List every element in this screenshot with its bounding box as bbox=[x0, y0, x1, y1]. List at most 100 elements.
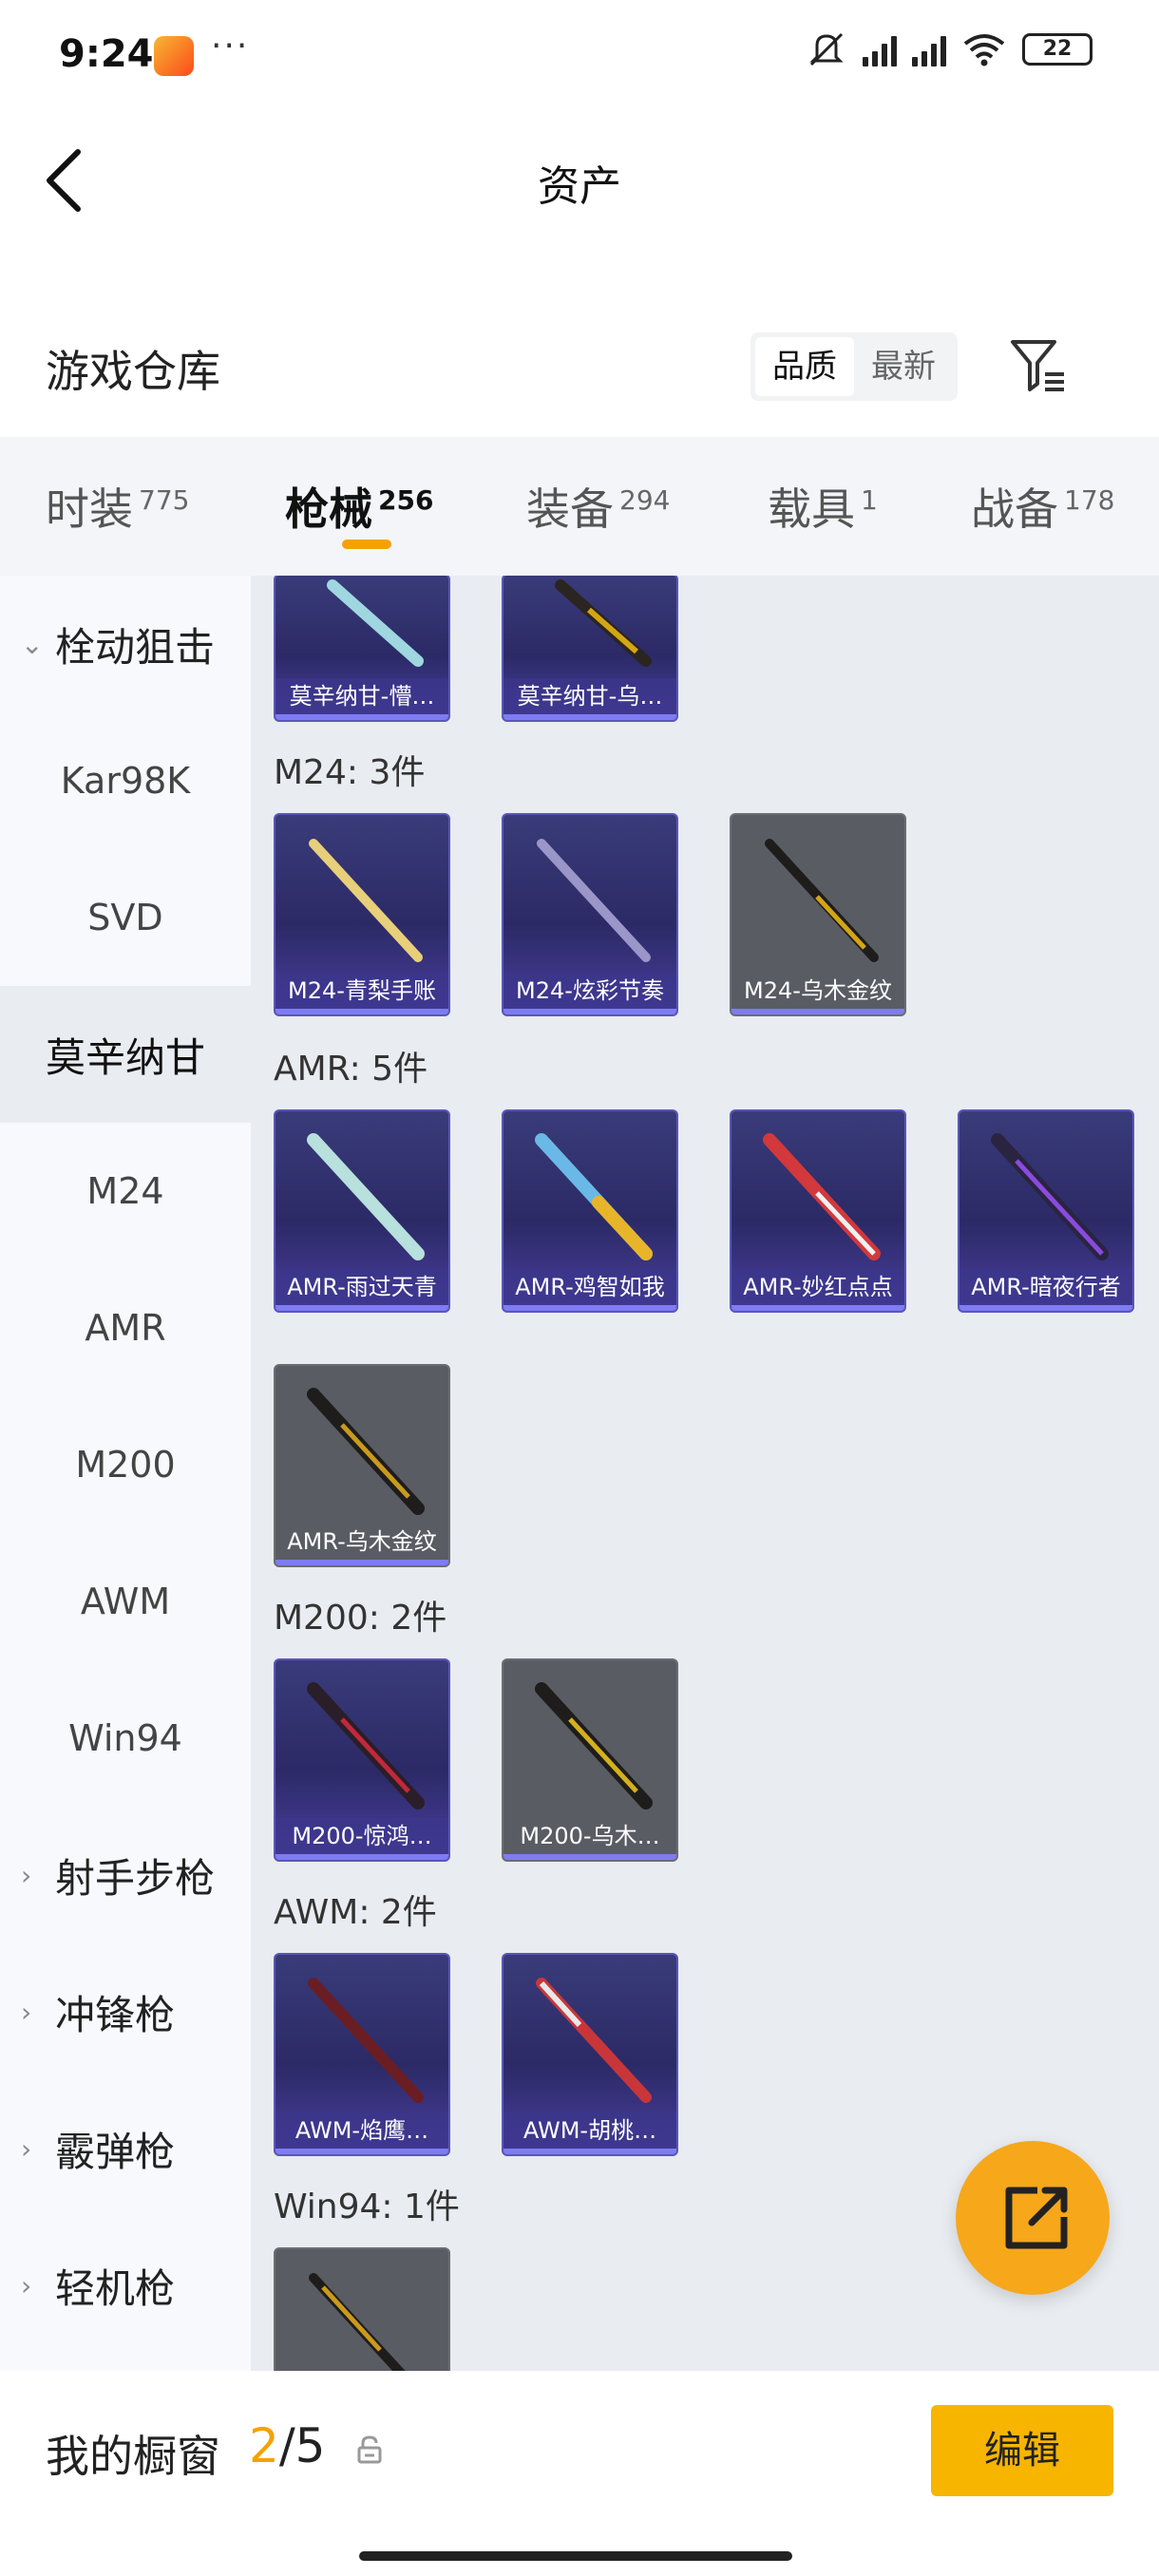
group-label-m24: M24: 3件 bbox=[274, 753, 426, 792]
sidebar-item-mosin[interactable]: 莫辛纳甘 bbox=[0, 986, 251, 1123]
group-label-m200: M200: 2件 bbox=[274, 1599, 447, 1638]
showcase-count: 2/5 bbox=[249, 2418, 326, 2473]
item-card[interactable]: AMR-暗夜行者 bbox=[958, 1109, 1134, 1313]
item-card[interactable]: 莫辛纳甘-乌… bbox=[502, 576, 678, 722]
chevron-right-icon: › bbox=[21, 2269, 32, 2301]
chevron-right-icon: › bbox=[21, 2132, 32, 2165]
status-icons: 22 bbox=[806, 28, 1092, 70]
item-card[interactable]: M200-乌木… bbox=[502, 1658, 678, 1862]
tab-fashion[interactable]: 时装 775 bbox=[46, 437, 189, 576]
home-indicator[interactable] bbox=[359, 2551, 792, 2561]
sort-toggle: 品质 最新 bbox=[750, 332, 958, 401]
rarity-bar bbox=[960, 1305, 1132, 1311]
filter-icon[interactable] bbox=[1007, 334, 1070, 397]
chevron-down-icon: ⌄ bbox=[21, 628, 44, 660]
item-card[interactable]: AWM-胡桃… bbox=[502, 1953, 678, 2156]
sidebar-group-bolt-action[interactable]: ⌄ 栓动狙击 bbox=[0, 576, 251, 712]
rarity-bar bbox=[504, 1854, 676, 1860]
sidebar-group-lmg[interactable]: › 轻机枪 bbox=[0, 2217, 251, 2354]
wifi-icon bbox=[963, 34, 1005, 66]
status-bar: 9:24 ··· 22 bbox=[0, 0, 1159, 114]
sidebar-item-m200[interactable]: M200 bbox=[0, 1396, 251, 1533]
rarity-bar bbox=[504, 2149, 676, 2154]
rarity-bar bbox=[276, 714, 448, 720]
item-card[interactable]: M24-乌木金纹 bbox=[730, 813, 906, 1016]
signal-icon bbox=[863, 32, 897, 66]
item-name: 莫辛纳甘-懵… bbox=[276, 678, 448, 714]
sort-quality-button[interactable]: 品质 bbox=[755, 337, 854, 396]
item-name: M24-青梨手账 bbox=[276, 973, 448, 1009]
more-notifications-icon: ··· bbox=[211, 27, 250, 66]
group-label-awm: AWM: 2件 bbox=[274, 1893, 437, 1932]
tab-equipment[interactable]: 装备 294 bbox=[526, 437, 670, 576]
sidebar-group-smg[interactable]: › 冲锋枪 bbox=[0, 1943, 251, 2080]
item-name: AWM-焰鹰… bbox=[276, 2112, 448, 2149]
item-card[interactable] bbox=[274, 2247, 450, 2371]
rarity-bar bbox=[276, 1009, 448, 1014]
status-time: 9:24 bbox=[59, 32, 154, 76]
tab-vehicles[interactable]: 载具 1 bbox=[768, 437, 878, 576]
item-grid: 莫辛纳甘-懵… 莫辛纳甘-乌… M24: 3件 M24-青梨手账 M24-炫彩节… bbox=[251, 576, 1159, 2371]
rarity-bar bbox=[276, 1305, 448, 1311]
sidebar-item-m24[interactable]: M24 bbox=[0, 1123, 251, 1260]
group-label-win94: Win94: 1件 bbox=[274, 2188, 460, 2226]
item-card[interactable]: M200-惊鸿… bbox=[274, 1658, 450, 1862]
item-card[interactable]: AMR-乌木金纹 bbox=[274, 1364, 450, 1567]
tab-supplies[interactable]: 战备 178 bbox=[971, 437, 1114, 576]
top-bar: 资产 bbox=[0, 114, 1159, 247]
warehouse-title: 游戏仓库 bbox=[46, 346, 220, 397]
signal-icon-2 bbox=[912, 32, 946, 66]
item-card[interactable]: AMR-妙红点点 bbox=[730, 1109, 906, 1313]
edit-button[interactable]: 编辑 bbox=[931, 2405, 1113, 2496]
item-name: M200-乌木… bbox=[504, 1818, 676, 1854]
item-name: M24-乌木金纹 bbox=[732, 973, 904, 1009]
rarity-bar bbox=[276, 1560, 448, 1565]
rarity-bar bbox=[276, 1854, 448, 1860]
item-name: AMR-暗夜行者 bbox=[960, 1269, 1132, 1305]
rarity-bar bbox=[276, 2149, 448, 2154]
sidebar-item-amr[interactable]: AMR bbox=[0, 1260, 251, 1396]
item-card[interactable]: M24-青梨手账 bbox=[274, 813, 450, 1016]
group-label-amr: AMR: 5件 bbox=[274, 1050, 428, 1089]
item-card[interactable]: M24-炫彩节奏 bbox=[502, 813, 678, 1016]
sidebar-item-svd[interactable]: SVD bbox=[0, 849, 251, 986]
chevron-right-icon: › bbox=[21, 1996, 32, 2028]
item-card[interactable]: 莫辛纳甘-懵… bbox=[274, 576, 450, 722]
battery-icon: 22 bbox=[1022, 33, 1092, 66]
item-card[interactable]: AWM-焰鹰… bbox=[274, 1953, 450, 2156]
item-card[interactable]: AMR-雨过天青 bbox=[274, 1109, 450, 1313]
item-card[interactable]: AMR-鸡智如我 bbox=[502, 1109, 678, 1313]
share-button[interactable] bbox=[956, 2141, 1110, 2295]
active-tab-indicator bbox=[342, 540, 391, 549]
rarity-bar bbox=[732, 1305, 904, 1311]
rarity-bar bbox=[732, 1009, 904, 1014]
sidebar-group-shotgun[interactable]: › 霰弹枪 bbox=[0, 2080, 251, 2217]
rarity-bar bbox=[504, 714, 676, 720]
sidebar-item-kar98k[interactable]: Kar98K bbox=[0, 712, 251, 849]
rarity-bar bbox=[504, 1305, 676, 1311]
item-name: AMR-鸡智如我 bbox=[504, 1269, 676, 1305]
item-name: M200-惊鸿… bbox=[276, 1818, 448, 1854]
rarity-bar bbox=[504, 1009, 676, 1014]
item-name: 莫辛纳甘-乌… bbox=[504, 678, 676, 714]
item-name: M24-炫彩节奏 bbox=[504, 973, 676, 1009]
lock-icon bbox=[357, 2435, 382, 2464]
showcase-bar: 我的橱窗 2/5 编辑 bbox=[0, 2371, 1159, 2576]
sort-newest-button[interactable]: 最新 bbox=[854, 337, 953, 396]
showcase-label: 我的橱窗 bbox=[46, 2431, 220, 2482]
item-name: AMR-妙红点点 bbox=[732, 1269, 904, 1305]
sidebar-group-dmr[interactable]: › 射手步枪 bbox=[0, 1807, 251, 1943]
item-name: AMR-乌木金纹 bbox=[276, 1524, 448, 1560]
sidebar-item-awm[interactable]: AWM bbox=[0, 1533, 251, 1670]
category-tabs: 时装 775 枪械 256 装备 294 载具 1 战备 178 bbox=[0, 437, 1159, 576]
weapon-sidebar: ⌄ 栓动狙击 Kar98K SVD 莫辛纳甘 M24 AMR M200 AWM W… bbox=[0, 576, 251, 2371]
tab-firearms[interactable]: 枪械 256 bbox=[285, 437, 433, 576]
app-notification-icon bbox=[154, 36, 194, 76]
share-icon bbox=[1005, 2187, 1068, 2249]
mute-icon bbox=[809, 32, 844, 66]
chevron-right-icon: › bbox=[21, 1859, 32, 1891]
sidebar-item-win94[interactable]: Win94 bbox=[0, 1670, 251, 1807]
page-title: 资产 bbox=[538, 162, 621, 211]
item-name: AMR-雨过天青 bbox=[276, 1269, 448, 1305]
item-name: AWM-胡桃… bbox=[504, 2112, 676, 2149]
